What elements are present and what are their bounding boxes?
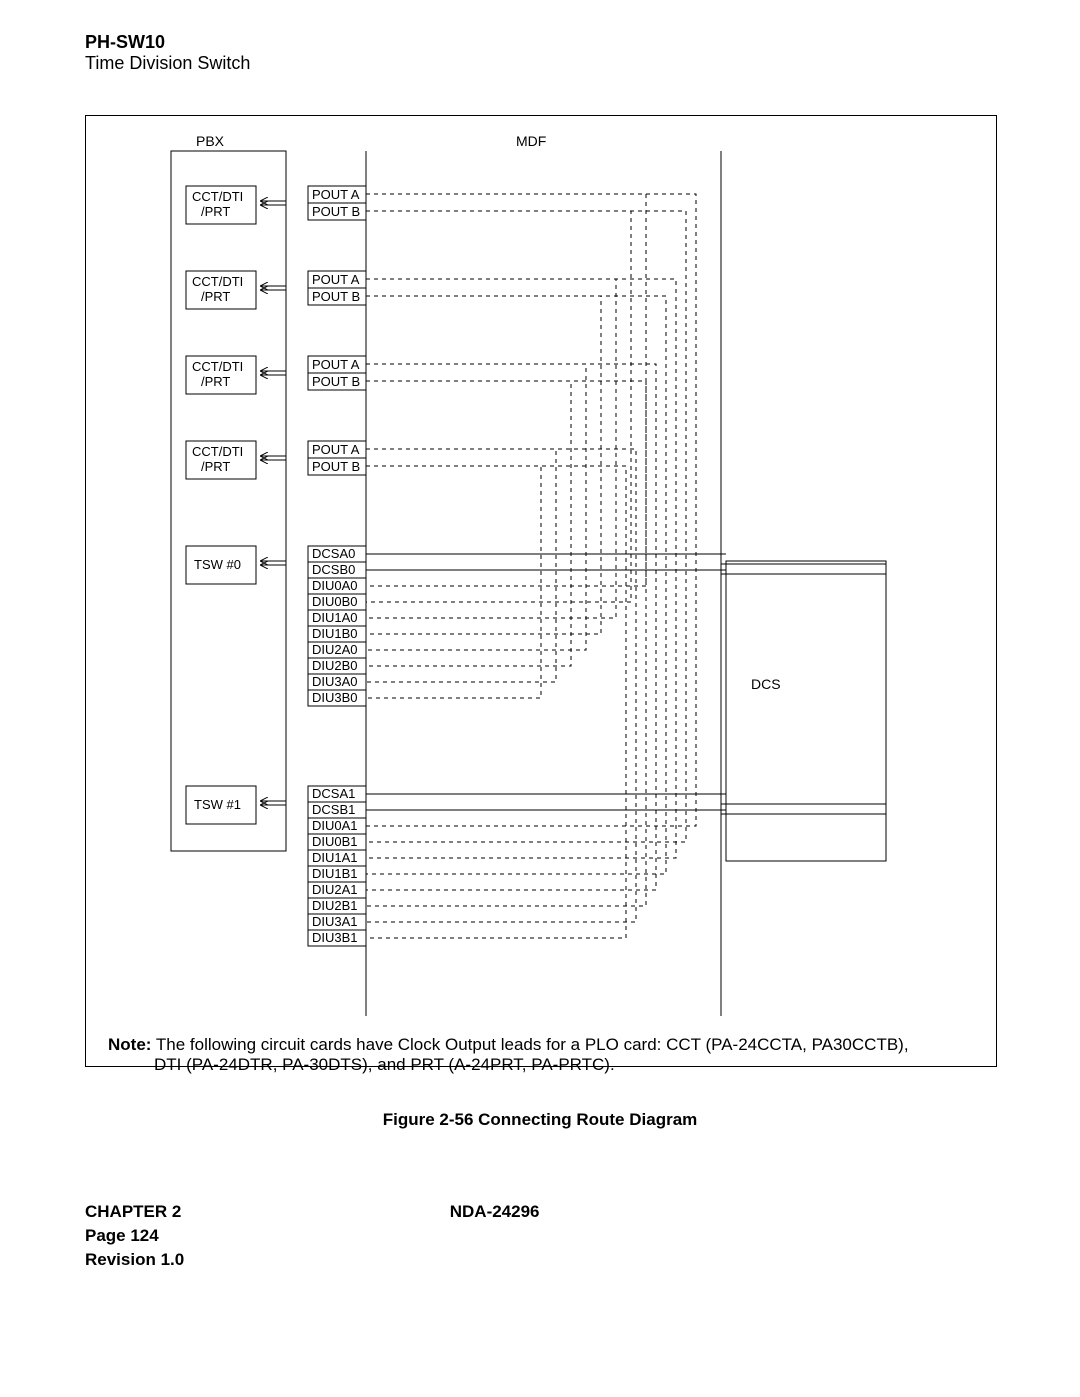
footer-docnum: NDA-24296: [450, 1200, 540, 1224]
svg-text:DIU0A1: DIU0A1: [312, 818, 358, 833]
svg-text:POUT A: POUT A: [312, 357, 360, 372]
footer-revision: Revision 1.0: [85, 1248, 445, 1272]
footer-page: Page 124: [85, 1224, 445, 1248]
footer-chapter: CHAPTER 2: [85, 1200, 445, 1224]
svg-text:POUT A: POUT A: [312, 187, 360, 202]
svg-text:DIU3A1: DIU3A1: [312, 914, 358, 929]
pbx-label: PBX: [196, 133, 225, 149]
tsw1-group: TSW #1 DCSA1 DCSB1 DIU0A1 DIU0B1 DIU1A1 …: [186, 786, 366, 946]
svg-text:DIU3B0: DIU3B0: [312, 690, 358, 705]
svg-text:POUT B: POUT B: [312, 374, 360, 389]
svg-text:DIU1A1: DIU1A1: [312, 850, 358, 865]
svg-text:DIU1B0: DIU1B0: [312, 626, 358, 641]
svg-text:DIU1B1: DIU1B1: [312, 866, 358, 881]
svg-text:DIU3B1: DIU3B1: [312, 930, 358, 945]
note-text2: DTI (PA-24DTR, PA-30DTS), and PRT (A-24P…: [108, 1055, 615, 1075]
svg-text:TSW #0: TSW #0: [194, 557, 241, 572]
svg-text:DCSA0: DCSA0: [312, 546, 355, 561]
svg-text:DIU3A0: DIU3A0: [312, 674, 358, 689]
svg-text:POUT B: POUT B: [312, 459, 360, 474]
svg-text:DIU2A1: DIU2A1: [312, 882, 358, 897]
svg-text:POUT B: POUT B: [312, 204, 360, 219]
subtitle: Time Division Switch: [85, 53, 250, 74]
svg-text:DIU2B1: DIU2B1: [312, 898, 358, 913]
svg-text:/PRT: /PRT: [201, 459, 230, 474]
tsw0-signals: DCSA0 DCSB0 DIU0A0 DIU0B0 DIU1A0 DIU1B0 …: [308, 546, 366, 706]
page-header: PH-SW10 Time Division Switch: [85, 32, 250, 74]
tsw0-group: TSW #0 DCSA0 DCSB0 DIU0A0 DIU0B0 DIU1A0 …: [186, 546, 366, 706]
note: Note: The following circuit cards have C…: [108, 1035, 1060, 1075]
tsw1-signals: DCSA1 DCSB1 DIU0A1 DIU0B1 DIU1A1 DIU1B1 …: [308, 786, 366, 946]
svg-text:CCT/DTI: CCT/DTI: [192, 359, 243, 374]
footer: CHAPTER 2 NDA-24296 Page 124 Revision 1.…: [85, 1200, 540, 1272]
svg-text:DIU2A0: DIU2A0: [312, 642, 358, 657]
mdf-label: MDF: [516, 133, 546, 149]
svg-text:POUT B: POUT B: [312, 289, 360, 304]
model-number: PH-SW10: [85, 32, 250, 53]
svg-text:DCSA1: DCSA1: [312, 786, 355, 801]
svg-text:DIU0A0: DIU0A0: [312, 578, 358, 593]
figure-caption: Figure 2-56 Connecting Route Diagram: [0, 1110, 1080, 1130]
dcs-label: DCS: [751, 676, 781, 692]
svg-text:/PRT: /PRT: [201, 204, 230, 219]
page: PH-SW10 Time Division Switch PBX MDF DCS: [0, 0, 1080, 1397]
svg-text:CCT/DTI: CCT/DTI: [192, 444, 243, 459]
svg-text:DCSB1: DCSB1: [312, 802, 355, 817]
cct-group: CCT/DTI /PRT POUT A POUT B CCT/DTI /PRT: [186, 186, 366, 479]
svg-text:/PRT: /PRT: [201, 374, 230, 389]
svg-text:/PRT: /PRT: [201, 289, 230, 304]
dashed-routes: [366, 194, 696, 938]
note-label: Note:: [108, 1035, 151, 1054]
note-text1: The following circuit cards have Clock O…: [151, 1035, 908, 1054]
svg-text:CCT/DTI: CCT/DTI: [192, 189, 243, 204]
svg-text:CCT/DTI: CCT/DTI: [192, 274, 243, 289]
svg-text:DIU1A0: DIU1A0: [312, 610, 358, 625]
diagram-frame: PBX MDF DCS CCT/DTI /PRT POUT A: [85, 115, 997, 1067]
svg-text:DIU0B0: DIU0B0: [312, 594, 358, 609]
dcs-box: [726, 561, 886, 861]
wiring-diagram: PBX MDF DCS CCT/DTI /PRT POUT A: [86, 116, 996, 1066]
svg-text:POUT A: POUT A: [312, 442, 360, 457]
pbx-column: [171, 151, 286, 851]
svg-text:TSW #1: TSW #1: [194, 797, 241, 812]
svg-text:POUT A: POUT A: [312, 272, 360, 287]
svg-text:DCSB0: DCSB0: [312, 562, 355, 577]
svg-text:DIU2B0: DIU2B0: [312, 658, 358, 673]
svg-text:DIU0B1: DIU0B1: [312, 834, 358, 849]
